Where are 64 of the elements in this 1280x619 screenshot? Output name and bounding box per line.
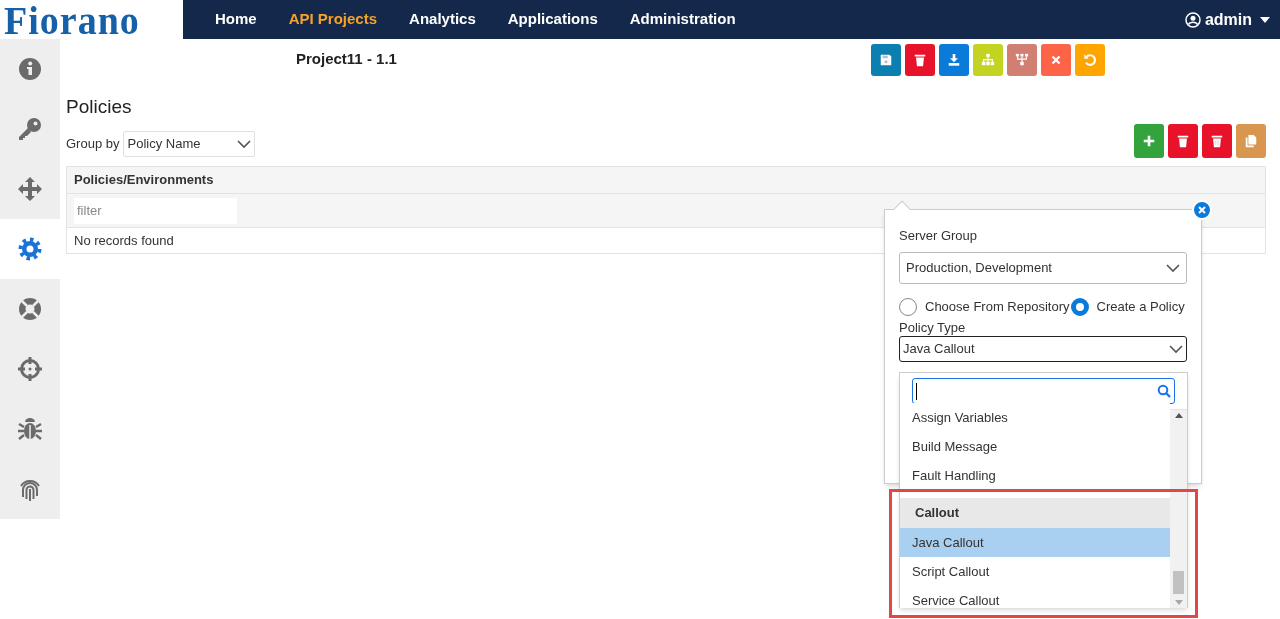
nav-link[interactable]: Analytics [409, 8, 476, 31]
policy-type-label: Policy Type [899, 319, 967, 335]
nav-link[interactable]: Administration [629, 8, 736, 31]
bug-icon [18, 417, 42, 441]
group-header: Callout [900, 498, 1170, 528]
logo: Fiorano [4, 0, 140, 40]
move-icon [18, 177, 42, 201]
sidebar-item[interactable] [0, 219, 60, 279]
download-icon [947, 53, 961, 67]
hierarchy-icon [1015, 53, 1029, 67]
nav-link[interactable]: Applications [507, 8, 598, 31]
project-title: Project11 - 1.1 [296, 49, 398, 69]
trash-button[interactable] [905, 44, 935, 76]
gear-icon [18, 237, 42, 261]
policy-type-select[interactable]: Java Callout [899, 336, 1187, 362]
group-by-select[interactable]: Policy Name [123, 131, 256, 157]
download-button[interactable] [939, 44, 969, 76]
add-icon [1142, 134, 1156, 148]
trash-button[interactable] [1202, 124, 1232, 158]
empty-message: No records found [74, 231, 174, 250]
user-icon [1184, 11, 1201, 28]
chevron-down-icon [1169, 344, 1183, 354]
save-button[interactable] [871, 44, 901, 76]
lifebuoy-icon [18, 297, 42, 321]
crosshair-icon [18, 357, 42, 381]
trash-button[interactable] [1168, 124, 1198, 158]
scroll-up-icon[interactable] [1174, 413, 1183, 418]
scrollbar-thumb[interactable] [1173, 571, 1184, 594]
save-icon [879, 53, 893, 67]
add-button[interactable] [1134, 124, 1164, 158]
radio-option[interactable]: Create a Policy [1070, 297, 1185, 317]
column-header: Policies/Environments [74, 171, 214, 190]
copy-button[interactable] [1236, 124, 1266, 158]
server-group-label: Server Group [899, 227, 979, 245]
trash-icon [913, 53, 927, 67]
user-menu[interactable]: admin [1184, 0, 1280, 39]
nav-link[interactable]: Home [215, 8, 257, 31]
nav-link[interactable]: API Projects [288, 8, 378, 31]
fingerprint-icon [18, 477, 42, 501]
dropdown-option[interactable]: Java Callout [900, 528, 1170, 557]
hierarchy-button[interactable] [1007, 44, 1037, 76]
search-icon [1157, 384, 1171, 398]
scrollbar[interactable] [1170, 410, 1187, 608]
sitemap-icon [981, 53, 995, 67]
chevron-down-icon [1166, 263, 1180, 273]
chevron-down-icon [237, 139, 252, 149]
filter-field[interactable]: filter [74, 197, 237, 224]
dropdown-option[interactable]: Service Callout [900, 586, 1170, 608]
close-button[interactable] [1041, 44, 1071, 76]
radio-button[interactable] [1070, 298, 1089, 316]
dropdown-option[interactable]: Assign Variables [900, 403, 1170, 432]
group-by-label: Group by [66, 135, 120, 154]
info-icon [18, 57, 42, 81]
close-icon [1049, 53, 1063, 67]
trash-icon [1176, 134, 1190, 148]
radio-button[interactable] [899, 298, 917, 316]
undo-icon [1083, 53, 1097, 67]
radio-option[interactable]: Choose From Repository [899, 297, 1070, 317]
trash-icon [1210, 134, 1224, 148]
server-group-select[interactable]: Production, Development [899, 252, 1187, 284]
copy-icon [1244, 134, 1258, 148]
caret-icon [1260, 16, 1270, 23]
key-icon [18, 117, 42, 141]
section-title: Policies [66, 95, 133, 119]
